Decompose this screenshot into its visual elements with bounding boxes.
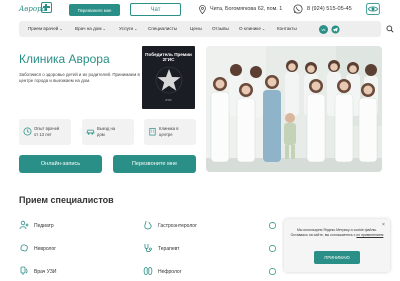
clinic-address[interactable]: Чита, Богомягкова 62, пом. 1 [210, 6, 282, 12]
nav-item-contacts[interactable]: Контакты [277, 26, 297, 31]
nav-item-services[interactable]: Услуги⌄ [119, 26, 138, 31]
phone-number[interactable]: 8 (924) 515-05-45 [307, 6, 352, 12]
specialist-icon [268, 244, 277, 253]
call-me-button[interactable]: Перезвоните мне [113, 155, 196, 173]
award-footer: 2ГИС [165, 99, 172, 102]
accept-cookies-button[interactable]: ПРИНИМАЮ [314, 251, 360, 264]
nav-item-specialists[interactable]: Специалисты [148, 26, 177, 31]
page-title: Клиника Аврора [19, 52, 110, 66]
nav-item-home-visit[interactable]: Врач на дом⌄ [75, 26, 106, 31]
chevron-down-icon: ⌄ [102, 26, 106, 31]
specialists-heading: Прием специалистов [19, 195, 114, 205]
kidney-icon [143, 267, 153, 275]
specialist-pediatrician[interactable]: Педиатр [34, 223, 54, 229]
feature-text: Опыт врачей от 13 лет [34, 126, 59, 137]
neurologist-icon [20, 244, 28, 252]
feature-card-experience: Опыт врачей от 13 лет [19, 119, 71, 145]
nav-item-about[interactable]: О клинике⌄ [239, 26, 265, 31]
building-icon [149, 127, 156, 136]
feature-line: дом [97, 131, 105, 137]
location-pin-icon [199, 5, 206, 14]
whatsapp-icon[interactable] [293, 4, 303, 14]
feature-line: Опыт врачей [34, 126, 60, 131]
feature-card-home-visit: Выезд на дом [82, 119, 134, 145]
specialist-icon [268, 221, 277, 230]
nav-item-prices[interactable]: Цены [190, 26, 202, 31]
car-icon [86, 129, 95, 135]
main-navigation: Прием врачей⌄ Врач на дом⌄ Услуги⌄ Специ… [19, 21, 394, 37]
chevron-down-icon: ⌄ [59, 26, 63, 31]
logo[interactable]: Аврора [19, 1, 53, 18]
specialist-neurologist[interactable]: Невролог [34, 246, 56, 252]
nav-item-label: Врач на дом [75, 26, 102, 31]
vk-icon[interactable]: vk [319, 25, 328, 34]
clinic-team-photo [206, 46, 382, 172]
cookie-policy-link[interactable]: их применением [356, 233, 383, 237]
nav-item-label: Прием врачей [28, 26, 59, 31]
chat-button[interactable]: Чат [130, 3, 181, 16]
specialist-therapist[interactable]: Терапевт [158, 246, 179, 252]
feature-text: Выезд на дом [97, 126, 115, 137]
feature-text: Клиника в центре [159, 126, 179, 137]
specialist-gastroenterologist[interactable]: Гастроэнтеролог [158, 223, 197, 229]
ultrasound-icon [20, 266, 28, 275]
clock-icon [23, 127, 32, 136]
call-me-button-top[interactable]: Перезвоните мне [69, 4, 120, 16]
award-title: Победитель Премии 2ГИС [145, 52, 192, 63]
nav-item-reviews[interactable]: Отзывы [212, 26, 229, 31]
feature-line: центре [159, 131, 173, 137]
award-badge: Победитель Премии 2ГИС 2ГИС [142, 46, 195, 109]
cookie-banner: × Мы используем Яндекс.Метрику и cookie … [284, 219, 390, 272]
star-icon [155, 66, 183, 94]
search-icon[interactable] [386, 25, 394, 33]
specialist-icon [268, 267, 277, 276]
nav-item-doctors[interactable]: Прием врачей⌄ [28, 26, 63, 31]
chevron-down-icon: ⌄ [134, 26, 138, 31]
specialist-nephrologist[interactable]: Нефролог [158, 269, 182, 275]
nav-item-label: Услуги [119, 26, 134, 31]
accessibility-eye-icon[interactable] [366, 3, 380, 15]
telegram-icon[interactable] [331, 25, 340, 34]
chevron-down-icon: ⌄ [261, 26, 266, 31]
top-bar: Аврора Перезвоните мне Чат Чита, Богомяг… [0, 0, 400, 20]
stethoscope-icon [144, 244, 152, 252]
specialist-ultrasound[interactable]: Врач УЗИ [34, 269, 56, 275]
nav-item-label: О клинике [239, 26, 261, 31]
feature-line: от 13 лет [34, 131, 52, 137]
pediatrician-icon [19, 220, 29, 230]
medical-cross-icon [41, 2, 52, 13]
online-booking-button[interactable]: Онлайн-запись [19, 155, 102, 173]
feature-card-center: Клиника в центре [144, 119, 196, 145]
gastroenterologist-icon [144, 220, 152, 230]
feature-line: Клиника в [159, 126, 179, 131]
cookie-text: Мы используем Яндекс.Метрику и cookie фа… [290, 228, 384, 238]
feature-line: Выезд на [97, 126, 116, 131]
hero-description: Заботимся о здоровье детей и их родителе… [19, 72, 140, 84]
